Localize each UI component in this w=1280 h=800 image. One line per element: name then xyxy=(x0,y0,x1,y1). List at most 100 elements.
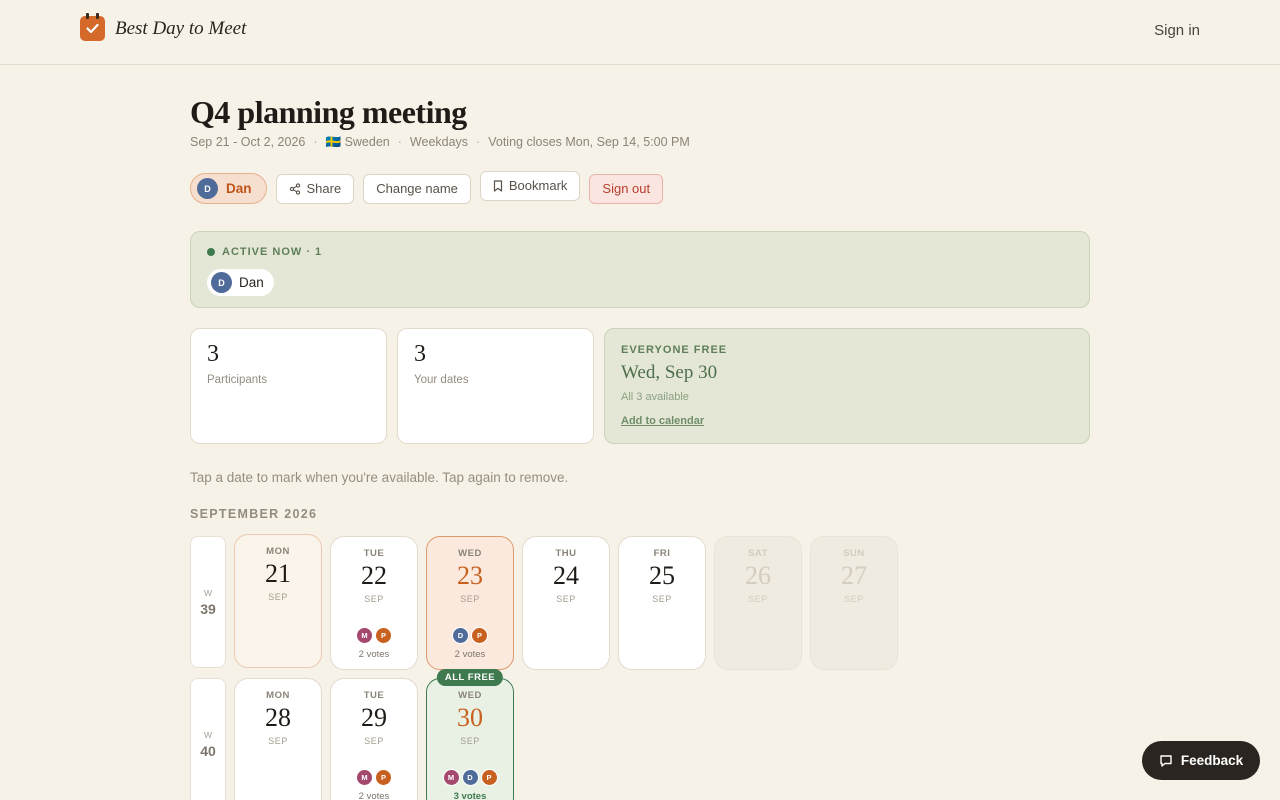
add-to-calendar-link[interactable]: Add to calendar xyxy=(621,415,704,427)
feedback-button[interactable]: Feedback xyxy=(1142,741,1260,780)
day-number: 26 xyxy=(745,561,771,590)
day-of-week: TUE xyxy=(363,690,385,701)
days-mode: Weekdays xyxy=(409,135,469,149)
participants-label: Participants xyxy=(207,374,268,386)
change-name-label: Change name xyxy=(376,181,458,196)
vote-count: 2 votes xyxy=(358,649,390,660)
sign-in-link[interactable]: Sign in xyxy=(1154,22,1200,39)
day-of-week: MON xyxy=(266,690,290,701)
vote-count: 3 votes xyxy=(453,791,487,800)
week-prefix: W xyxy=(203,729,213,740)
avatar: M xyxy=(356,627,373,644)
vote-count: 2 votes xyxy=(454,649,486,660)
avatar: D xyxy=(211,272,232,293)
week-prefix: W xyxy=(203,587,213,598)
day-month: SEP xyxy=(652,594,672,604)
bookmark-label: Bookmark xyxy=(508,178,568,193)
avatar: D xyxy=(461,769,479,786)
meta-separator: · xyxy=(476,135,481,149)
sign-out-button[interactable]: Sign out xyxy=(589,173,664,204)
active-user-name: Dan xyxy=(239,275,264,290)
day-cell: SAT 26 SEP xyxy=(714,536,802,670)
week-number: 39 xyxy=(200,600,216,617)
day-of-week: TUE xyxy=(363,548,385,559)
day-number: 28 xyxy=(265,703,291,732)
day-number: 23 xyxy=(457,561,483,590)
day-month: SEP xyxy=(268,736,288,746)
week-number-tag: W 39 xyxy=(190,536,226,668)
day-cell[interactable]: MON 28 SEP xyxy=(234,678,322,800)
avatar: D xyxy=(197,178,218,199)
day-month: SEP xyxy=(556,594,576,604)
voter-avatars: MP xyxy=(331,769,417,786)
change-name-button[interactable]: Change name xyxy=(363,173,471,204)
your-dates-stat-card: 3 Your dates xyxy=(397,328,594,444)
meta-separator: · xyxy=(397,135,402,149)
everyone-free-title: EVERYONE FREE xyxy=(621,344,728,356)
your-dates-count: 3 xyxy=(414,341,426,367)
day-cell[interactable]: THU 24 SEP xyxy=(522,536,610,670)
day-month: SEP xyxy=(460,594,480,604)
avatar: P xyxy=(471,627,488,644)
calendar-check-icon xyxy=(80,13,105,41)
event-meta: Sep 21 - Oct 2, 2026 · 🇸🇪 Sweden · Weekd… xyxy=(190,135,690,150)
instruction-hint: Tap a date to mark when you're available… xyxy=(190,470,569,485)
avatar: P xyxy=(480,769,498,786)
online-dot-icon xyxy=(207,248,215,256)
active-now-header: ACTIVE NOW · 1 xyxy=(207,246,322,258)
day-number: 24 xyxy=(553,561,579,590)
all-free-badge: ALL FREE xyxy=(436,669,504,686)
day-month: SEP xyxy=(460,736,480,746)
day-number: 22 xyxy=(361,561,387,590)
everyone-free-subtitle: All 3 available xyxy=(621,391,689,403)
day-cell[interactable]: ALL FREE WED 30 SEP M D P 3 votes xyxy=(426,669,514,800)
participants-stat-card: 3 Participants xyxy=(190,328,387,444)
active-user-chip: D Dan xyxy=(207,269,274,296)
day-month: SEP xyxy=(748,594,768,604)
top-header: Best Day to Meet Sign in xyxy=(0,0,1280,65)
app-name: Best Day to Meet xyxy=(115,17,247,39)
day-of-week: WED xyxy=(458,548,482,559)
day-month: SEP xyxy=(364,594,384,604)
bookmark-button[interactable]: Bookmark xyxy=(479,170,581,201)
app-logo[interactable]: Best Day to Meet xyxy=(80,13,247,41)
chat-icon xyxy=(1160,754,1172,767)
voter-avatars: MP xyxy=(331,627,417,644)
day-cell[interactable]: FRI 25 SEP xyxy=(618,536,706,670)
day-number: 29 xyxy=(361,703,387,732)
avatar: D xyxy=(452,627,469,644)
day-cell[interactable]: TUE 22 SEP M P 2 votes xyxy=(330,536,418,670)
current-user-chip[interactable]: D Dan xyxy=(190,173,267,204)
country: 🇸🇪 Sweden xyxy=(325,135,390,149)
day-number: 25 xyxy=(649,561,675,590)
vote-count: 2 votes xyxy=(358,791,390,800)
day-of-week: FRI xyxy=(653,548,671,559)
voting-closes: Voting closes Mon, Sep 14, 5:00 PM xyxy=(488,135,690,149)
active-now-panel: ACTIVE NOW · 1 D Dan xyxy=(190,231,1090,308)
everyone-free-date: Wed, Sep 30 xyxy=(621,362,718,383)
day-of-week: MON xyxy=(266,546,290,557)
day-of-week: WED xyxy=(458,690,482,701)
day-of-week: SAT xyxy=(748,548,768,559)
day-cell[interactable]: TUE 29 SEP M P 2 votes xyxy=(330,678,418,800)
day-number: 30 xyxy=(457,703,483,732)
your-dates-label: Your dates xyxy=(414,374,469,386)
feedback-label: Feedback xyxy=(1180,753,1244,768)
day-of-week: THU xyxy=(555,548,577,559)
avatar: M xyxy=(356,769,373,786)
day-month: SEP xyxy=(364,736,384,746)
day-month: SEP xyxy=(268,592,288,602)
avatar: P xyxy=(375,769,392,786)
share-icon xyxy=(289,182,300,195)
week-number-tag: W 40 xyxy=(190,678,226,800)
bookmark-icon xyxy=(493,179,502,192)
meta-separator: · xyxy=(313,135,318,149)
page-title: Q4 planning meeting xyxy=(190,94,467,130)
date-range: Sep 21 - Oct 2, 2026 xyxy=(190,135,306,149)
voter-avatars: MDP xyxy=(427,769,513,786)
share-button[interactable]: Share xyxy=(275,173,355,204)
day-cell[interactable]: WED 23 SEP D P 2 votes xyxy=(426,536,514,670)
user-name: Dan xyxy=(226,181,252,196)
day-of-week: SUN xyxy=(843,548,865,559)
day-cell[interactable]: MON 21 SEP xyxy=(234,534,322,668)
